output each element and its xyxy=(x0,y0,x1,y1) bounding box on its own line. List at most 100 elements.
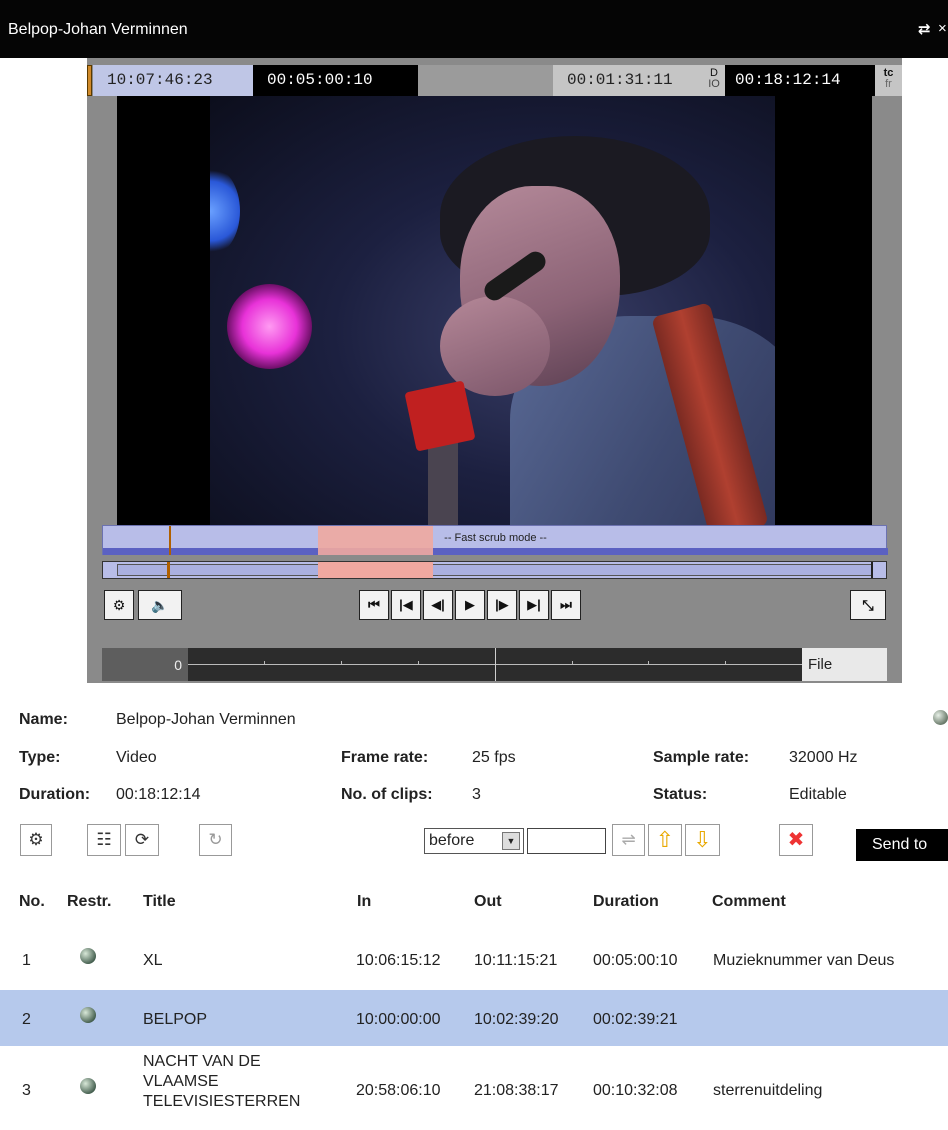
skip-end-icon: ⏭ xyxy=(560,597,572,612)
move-down-button[interactable]: ⇩ xyxy=(685,824,720,856)
clip-settings-button[interactable]: ⚙ xyxy=(20,824,52,856)
timeline-tick xyxy=(418,661,419,665)
row-duration: 00:02:39:21 xyxy=(593,1011,678,1028)
status-value: Editable xyxy=(789,786,847,803)
insert-position-select[interactable]: before ▼ xyxy=(424,828,524,854)
sync-button[interactable]: ⟳ xyxy=(125,824,159,856)
step-back-button[interactable]: ◀| xyxy=(423,590,453,620)
status-label: Status: xyxy=(653,786,708,803)
name-label: Name: xyxy=(19,711,68,728)
skip-start-icon: ⏮ xyxy=(368,597,380,612)
column-header-out[interactable]: Out xyxy=(474,893,502,911)
row-number: 3 xyxy=(22,1082,31,1099)
info-icon[interactable] xyxy=(933,710,948,725)
next-icon: ▶| xyxy=(527,597,541,612)
d-io-toggle[interactable]: D IO xyxy=(703,65,725,96)
stage-light-pink xyxy=(227,284,312,369)
insert-icon: ⇌ xyxy=(621,830,636,849)
list-transfer-icon: ☷ xyxy=(96,830,112,849)
redo-icon: ↻ xyxy=(208,830,223,849)
stage-light-blue xyxy=(210,166,240,256)
delete-button[interactable]: ✖ xyxy=(779,824,813,856)
overview-track xyxy=(117,564,873,576)
arrow-up-icon: ⇧ xyxy=(655,827,675,852)
row-in: 20:58:06:10 xyxy=(356,1082,441,1099)
playhead[interactable] xyxy=(169,526,171,555)
video-frame xyxy=(210,96,775,525)
clip-list-button[interactable]: ☷ xyxy=(87,824,121,856)
type-label: Type: xyxy=(19,749,61,766)
selection-duration[interactable]: 00:05:00:10 xyxy=(253,65,418,96)
clip-number-input[interactable] xyxy=(527,828,606,854)
refresh-icon[interactable]: ⇄ xyxy=(918,20,931,38)
overview-selection[interactable] xyxy=(318,562,433,578)
clips-label: No. of clips: xyxy=(341,786,433,803)
fullscreen-button[interactable]: ⤡ xyxy=(850,590,886,620)
row-title: BELPOP xyxy=(143,1011,208,1028)
table-row[interactable]: 1 XL 10:06:15:12 10:11:15:21 00:05:00:10… xyxy=(0,933,948,987)
in-marker[interactable] xyxy=(87,65,92,96)
previous-icon: |◀ xyxy=(399,597,413,612)
overview-bar[interactable] xyxy=(102,561,887,579)
framerate-label: Frame rate: xyxy=(341,749,429,766)
video-player: 10:07:46:23 00:05:00:10 00:01:31:11 D IO… xyxy=(87,58,902,683)
row-title: XL xyxy=(143,952,163,969)
timeline-track[interactable] xyxy=(188,648,802,681)
video-viewport[interactable] xyxy=(117,96,872,525)
row-out: 10:11:15:21 xyxy=(474,952,558,969)
speaker-icon: 🔈 xyxy=(151,597,169,613)
restriction-icon xyxy=(80,1078,96,1094)
tc-fr-toggle[interactable]: tc fr xyxy=(875,65,902,96)
timeline-mode[interactable]: File xyxy=(802,648,887,681)
column-header-duration[interactable]: Duration xyxy=(593,893,659,911)
gear-icon: ⚙ xyxy=(112,597,126,613)
timeline-cursor[interactable] xyxy=(495,648,496,681)
scrub-mode-label: -- Fast scrub mode -- xyxy=(444,532,547,544)
column-header-no[interactable]: No. xyxy=(19,893,45,911)
play-button[interactable]: ▶ xyxy=(455,590,485,620)
insert-button[interactable]: ⇌ xyxy=(612,824,645,856)
next-clip-button[interactable]: ▶| xyxy=(519,590,549,620)
playback-settings-button[interactable]: ⚙ xyxy=(104,590,134,620)
row-number: 2 xyxy=(22,1011,31,1028)
play-icon: ▶ xyxy=(465,597,475,612)
table-row-selected[interactable]: 2 BELPOP 10:00:00:00 10:02:39:20 00:02:3… xyxy=(0,990,948,1046)
timeline-tick xyxy=(341,661,342,665)
overview-playhead[interactable] xyxy=(167,562,170,578)
audio-button[interactable]: 🔈 xyxy=(138,590,182,620)
position-timecode[interactable]: 00:01:31:11 xyxy=(553,65,703,96)
overview-end-marker xyxy=(871,562,873,578)
delete-icon: ✖ xyxy=(787,829,805,851)
chevron-down-icon[interactable]: ▼ xyxy=(502,832,520,850)
scrub-bar[interactable]: -- Fast scrub mode -- xyxy=(102,525,888,555)
end-timecode[interactable]: 00:18:12:14 xyxy=(725,65,875,96)
move-up-button[interactable]: ⇧ xyxy=(648,824,682,856)
go-to-start-button[interactable]: ⏮ xyxy=(359,590,389,620)
scrub-bar-track xyxy=(103,548,888,555)
timeline-tick xyxy=(264,661,265,665)
timeline[interactable]: 0 File xyxy=(102,648,887,681)
close-icon[interactable]: × xyxy=(938,20,947,37)
mic-flag xyxy=(404,380,476,452)
sync-icon: ⟳ xyxy=(134,830,150,849)
go-to-end-button[interactable]: ⏭ xyxy=(551,590,581,620)
step-forward-icon: |▶ xyxy=(495,597,509,612)
insert-position-value: before xyxy=(429,832,475,849)
row-title-line: NACHT VAN DE xyxy=(143,1053,261,1070)
timeline-start-label: 0 xyxy=(174,657,182,673)
column-header-in[interactable]: In xyxy=(357,893,371,911)
column-header-comment[interactable]: Comment xyxy=(712,893,786,911)
current-timecode[interactable]: 10:07:46:23 xyxy=(93,65,253,96)
samplerate-label: Sample rate: xyxy=(653,749,750,766)
previous-clip-button[interactable]: |◀ xyxy=(391,590,421,620)
io-label: IO xyxy=(708,78,720,90)
column-header-restr[interactable]: Restr. xyxy=(67,893,111,911)
timeline-tick xyxy=(648,661,649,665)
table-row[interactable]: 3 NACHT VAN DE VLAAMSE TELEVISIESTERREN … xyxy=(0,1048,948,1128)
row-in: 10:06:15:12 xyxy=(356,952,441,969)
column-header-title[interactable]: Title xyxy=(143,893,176,911)
timeline-tick xyxy=(725,661,726,665)
send-to-button[interactable]: Send to xyxy=(856,829,948,861)
redo-button[interactable]: ↻ xyxy=(199,824,232,856)
step-forward-button[interactable]: |▶ xyxy=(487,590,517,620)
